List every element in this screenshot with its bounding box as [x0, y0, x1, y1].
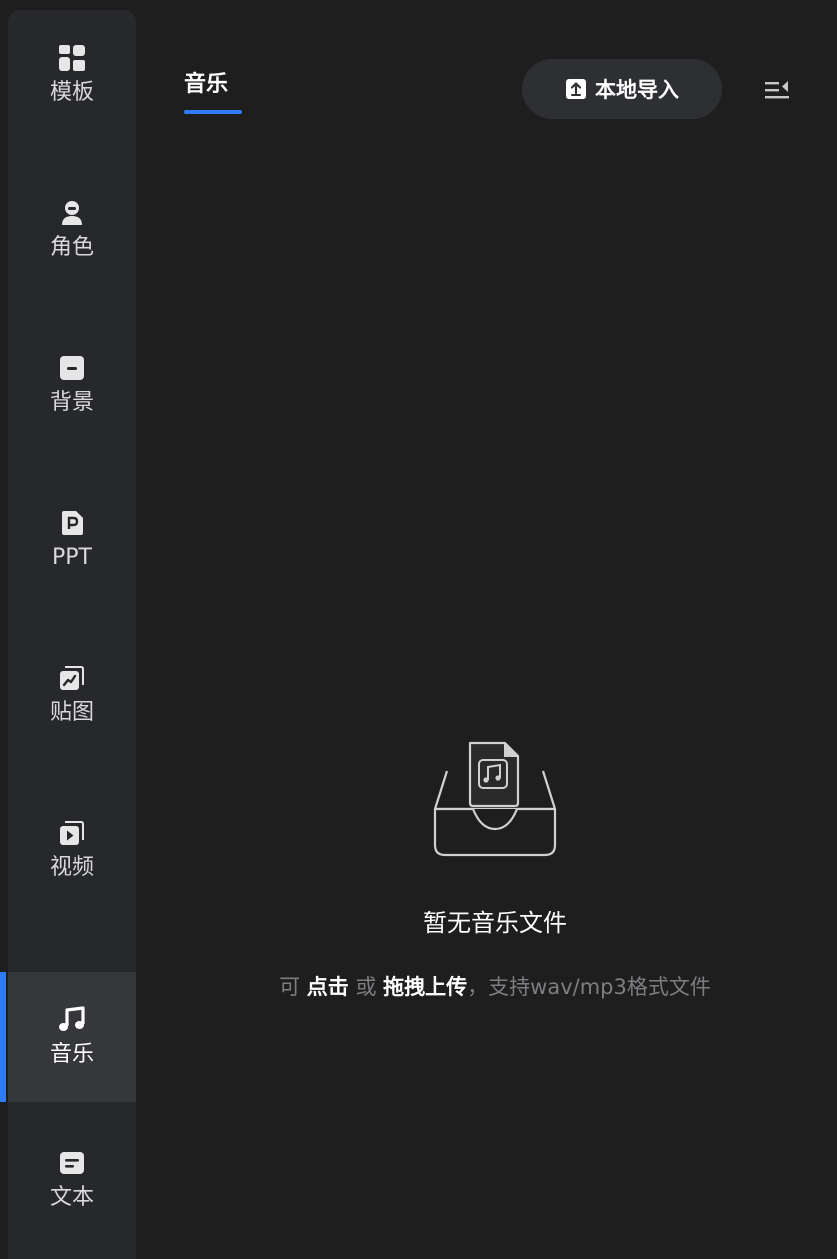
template-icon — [58, 44, 86, 72]
text-icon — [58, 1149, 86, 1177]
tab-music[interactable]: 音乐 — [184, 72, 228, 98]
sidebar-item-music[interactable]: 音乐 — [0, 972, 136, 1102]
ppt-icon — [58, 509, 86, 537]
hint-prefix: 可 — [279, 975, 301, 999]
drag-upload-link[interactable]: 拖拽上传 — [383, 975, 467, 999]
sidebar-item-text[interactable]: 文本 — [8, 1115, 136, 1245]
empty-state-title: 暂无音乐文件 — [423, 909, 567, 937]
collapse-panel-icon[interactable] — [765, 80, 789, 100]
sidebar-item-ppt[interactable]: PPT — [8, 475, 136, 605]
sidebar-item-character[interactable]: 角色 — [8, 165, 136, 295]
click-upload-link[interactable]: 点击 — [307, 975, 349, 999]
sidebar-item-label: 模板 — [49, 80, 94, 105]
sidebar-item-video[interactable]: 视频 — [8, 785, 136, 915]
sidebar-item-label: 角色 — [49, 235, 94, 260]
sidebar: 模板 角色 背景 PPT 贴图 视频 音乐 文本 — [0, 10, 136, 1259]
sidebar-item-background[interactable]: 背景 — [8, 320, 136, 450]
local-import-label: 本地导入 — [595, 78, 679, 102]
sidebar-item-label: 视频 — [49, 855, 94, 880]
upload-icon — [565, 78, 587, 100]
app-window: 模板 角色 背景 PPT 贴图 视频 音乐 文本 音乐 本地导入 暂无音乐文件 … — [0, 0, 837, 1259]
active-indicator — [0, 972, 6, 1102]
sidebar-item-label: 音乐 — [49, 1042, 94, 1067]
sidebar-item-label: 背景 — [49, 390, 94, 415]
sidebar-item-label: PPT — [52, 545, 92, 570]
local-import-button[interactable]: 本地导入 — [522, 59, 722, 119]
sidebar-item-sticker[interactable]: 贴图 — [8, 630, 136, 760]
sticker-icon — [58, 664, 86, 692]
sidebar-item-label: 贴图 — [49, 700, 94, 725]
character-icon — [58, 199, 86, 227]
tab-active-underline — [184, 110, 242, 114]
empty-music-illustration — [425, 735, 565, 860]
music-icon — [58, 1006, 86, 1034]
sidebar-item-label: 文本 — [49, 1185, 94, 1210]
hint-or: 或 — [355, 975, 377, 999]
empty-state-hint: 可 点击 或 拖拽上传，支持wav/mp3格式文件 — [200, 973, 790, 1001]
hint-suffix: ，支持wav/mp3格式文件 — [467, 975, 711, 999]
video-icon — [58, 819, 86, 847]
sidebar-item-template[interactable]: 模板 — [8, 10, 136, 140]
background-icon — [58, 354, 86, 382]
